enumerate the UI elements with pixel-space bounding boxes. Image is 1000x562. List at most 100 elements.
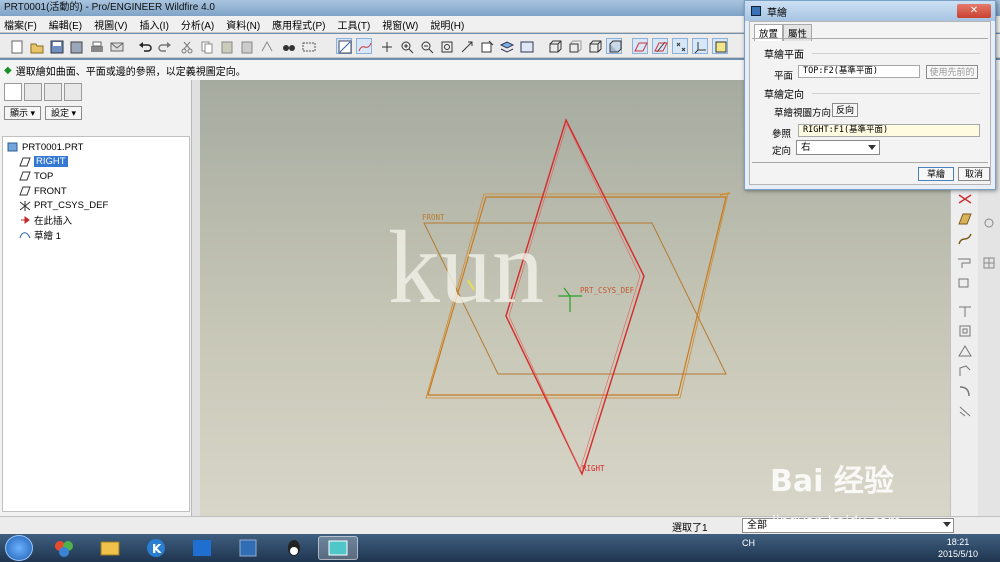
favorites-tab-icon[interactable] (44, 83, 62, 101)
tree-item-right[interactable]: RIGHT (3, 155, 189, 170)
coordinate-systems-icon[interactable] (692, 38, 708, 54)
annotations-icon[interactable] (712, 38, 728, 54)
strip-grid-icon[interactable] (980, 256, 998, 270)
layers-icon[interactable] (498, 38, 515, 54)
tree-item-label: PRT_CSYS_DEF (34, 200, 109, 212)
model-tree-tab-icon[interactable] (4, 83, 22, 101)
paste-icon[interactable] (218, 38, 234, 54)
print-icon[interactable] (88, 38, 104, 54)
k-app-icon[interactable]: K (138, 536, 174, 560)
undo-icon[interactable] (136, 38, 152, 54)
select-box-icon[interactable] (300, 38, 316, 54)
wireframe-icon[interactable] (546, 38, 562, 54)
menu-applications[interactable]: 應用程式(P) (272, 17, 325, 32)
menu-info[interactable]: 資料(N) (226, 17, 260, 32)
tree-item-part[interactable]: PRT0001.PRT (3, 140, 189, 155)
flip-button[interactable]: 反向 (832, 103, 858, 117)
show-button[interactable]: 顯示 ▾ (4, 106, 42, 120)
menu-edit[interactable]: 編輯(E) (49, 17, 82, 32)
insert-arrow-icon (19, 215, 31, 225)
copy-icon[interactable] (198, 38, 214, 54)
tree-item-csys[interactable]: PRT_CSYS_DEF (3, 198, 189, 213)
reference-field[interactable]: RIGHT:F1(基準平面) (798, 124, 980, 137)
input-language[interactable]: CH (742, 538, 755, 548)
explorer-icon[interactable] (92, 536, 128, 560)
hole-tool-icon[interactable] (956, 324, 974, 338)
datum-axes-icon[interactable] (652, 38, 668, 54)
open-file-icon[interactable] (28, 38, 44, 54)
zoom-out-icon[interactable] (418, 38, 434, 54)
no-hidden-icon[interactable] (586, 38, 602, 54)
draft-tool-icon[interactable] (956, 384, 974, 398)
sketch-tool-icon[interactable] (336, 38, 352, 54)
extrude-tool-icon[interactable] (956, 276, 974, 290)
menu-insert[interactable]: 插入(I) (139, 17, 168, 32)
dialog-titlebar[interactable]: 草繪 ✕ (745, 1, 995, 21)
repaint-icon[interactable] (378, 38, 394, 54)
cut-icon[interactable] (178, 38, 194, 54)
qq-icon[interactable] (276, 536, 312, 560)
tree-item-top[interactable]: TOP (3, 169, 189, 184)
refit-icon[interactable] (438, 38, 454, 54)
plane-field[interactable]: TOP:F2(基準平面) (798, 65, 920, 78)
strip-tool-icon[interactable] (980, 216, 998, 230)
datum-curve-icon[interactable] (356, 38, 372, 54)
m-app-icon[interactable] (184, 536, 220, 560)
settings-button[interactable]: 設定 ▾ (45, 106, 83, 120)
datum-plane-icon (19, 171, 31, 181)
taskbar-app-icon[interactable] (46, 536, 82, 560)
orientation-select[interactable]: 右 (796, 140, 880, 155)
revolve-tool-icon[interactable] (956, 304, 974, 318)
menu-help[interactable]: 說明(H) (430, 17, 464, 32)
sketch-tool-side-icon[interactable] (956, 256, 974, 270)
datum-plane-icon (19, 186, 31, 196)
datum-points-icon[interactable] (672, 38, 688, 54)
model-tree: PRT0001.PRT RIGHT TOP FRONT PRT_CSYS_DEF… (2, 136, 190, 512)
hidden-line-icon[interactable] (566, 38, 582, 54)
menu-file[interactable]: 檔案(F) (4, 17, 37, 32)
tree-item-label: FRONT (34, 185, 67, 197)
redo-icon[interactable] (156, 38, 172, 54)
datum-curve-tool-icon[interactable] (956, 232, 974, 246)
tree-item-label: RIGHT (34, 156, 68, 168)
menu-window[interactable]: 視窗(W) (382, 17, 418, 32)
datum-axis-tool-icon[interactable] (956, 212, 974, 226)
panel-buttons: 顯示 ▾ 設定 ▾ (0, 104, 191, 122)
orient-icon[interactable] (458, 38, 474, 54)
menu-analysis[interactable]: 分析(A) (181, 17, 214, 32)
connections-tab-icon[interactable] (64, 83, 82, 101)
csys-icon (19, 200, 31, 211)
tree-item-sketch[interactable]: 草繪 1 (3, 228, 189, 243)
rib-tool-icon[interactable] (956, 364, 974, 378)
sketch-button[interactable]: 草繪 (918, 167, 954, 181)
new-file-icon[interactable] (8, 38, 24, 54)
shading-icon[interactable] (606, 38, 622, 54)
start-button[interactable] (5, 535, 33, 561)
zoom-in-icon[interactable] (398, 38, 414, 54)
menu-view[interactable]: 視圖(V) (94, 17, 127, 32)
close-icon[interactable]: ✕ (957, 4, 991, 18)
film-app-icon[interactable] (230, 536, 266, 560)
saved-views-icon[interactable] (478, 38, 494, 54)
clock-time: 18:21 (946, 537, 970, 547)
save-icon[interactable] (48, 38, 64, 54)
find-icon[interactable] (280, 38, 296, 54)
use-previous-button[interactable]: 使用先前的 (926, 65, 978, 79)
round-tool-icon[interactable] (956, 404, 974, 418)
cancel-button[interactable]: 取消 (958, 167, 990, 181)
view-manager-icon[interactable] (518, 38, 534, 54)
datum-planes-icon[interactable] (632, 38, 648, 54)
mail-icon[interactable] (108, 38, 124, 54)
regenerate-icon[interactable] (258, 38, 274, 54)
shell-tool-icon[interactable] (956, 344, 974, 358)
save-copy-icon[interactable] (68, 38, 84, 54)
tree-item-insert-here[interactable]: 在此插入 (3, 213, 189, 228)
panel-splitter[interactable] (192, 80, 200, 516)
clock[interactable]: 18:21 2015/5/10 (938, 536, 978, 560)
datum-plane-tool-icon[interactable] (956, 192, 974, 206)
menu-tools[interactable]: 工具(T) (338, 17, 371, 32)
paste-special-icon[interactable] (238, 38, 254, 54)
proe-app-icon[interactable] (318, 536, 358, 560)
folder-browser-tab-icon[interactable] (24, 83, 42, 101)
tree-item-front[interactable]: FRONT (3, 184, 189, 199)
